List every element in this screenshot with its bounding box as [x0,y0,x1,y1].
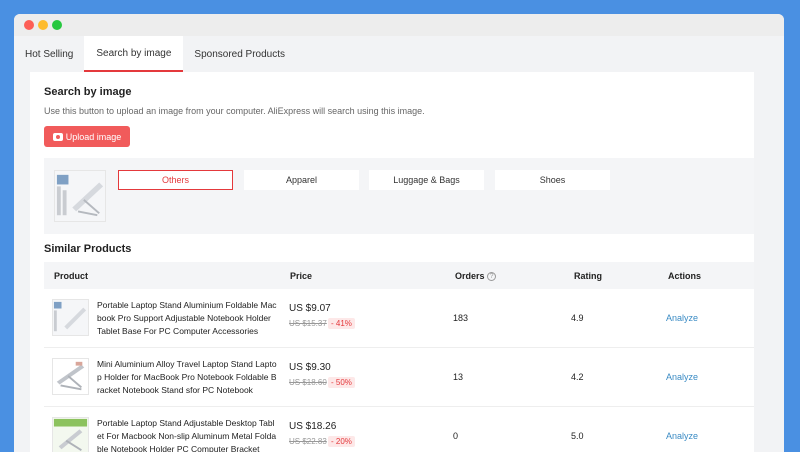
col-rating: Rating [574,271,602,281]
camera-icon [52,132,63,141]
tab-sponsored-products[interactable]: Sponsored Products [183,36,296,72]
laptop-stand-image [53,359,88,394]
product-old-price: US $18.60 [289,378,327,387]
table-header: Product Price Orders ? Rating Actions [44,262,754,289]
product-rating: 4.2 [571,372,584,382]
search-description: Use this button to upload an image from … [44,106,425,116]
upload-image-button[interactable]: Upload image [44,126,130,147]
section-title-search: Search by image [44,86,132,98]
uploaded-image-box: Others Apparel Luggage & Bags Shoes [44,158,754,234]
col-orders: Orders ? [455,271,497,282]
product-name[interactable]: Portable Laptop Stand Aluminium Foldable… [97,299,277,338]
product-thumbnail[interactable] [52,358,89,395]
category-luggage-bags[interactable]: Luggage & Bags [369,170,484,190]
title-bar [14,14,784,36]
analyze-link[interactable]: Analyze [666,313,698,323]
table-row: Mini Aluminium Alloy Travel Laptop Stand… [44,348,754,407]
col-product: Product [54,271,89,281]
product-old-price: US $22.83 [289,437,327,446]
product-rating: 5.0 [571,431,584,441]
product-price: US $18.26 [289,421,337,432]
search-by-image-panel: Search by image Use this button to uploa… [30,72,754,452]
product-name[interactable]: Mini Aluminium Alloy Travel Laptop Stand… [97,358,277,397]
close-window-button[interactable] [24,20,34,30]
product-orders: 13 [453,372,464,382]
analyze-link[interactable]: Analyze [666,431,698,441]
tab-hot-selling[interactable]: Hot Selling [14,36,84,72]
table-row: Portable Laptop Stand Adjustable Desktop… [44,407,754,452]
col-price: Price [290,271,313,281]
tab-bar: Hot Selling Search by image Sponsored Pr… [14,36,784,72]
table-row: Portable Laptop Stand Aluminium Foldable… [44,289,754,348]
maximize-window-button[interactable] [52,20,62,30]
discount-badge: - 50% [328,377,355,388]
category-others[interactable]: Others [118,170,233,190]
laptop-stand-image [53,300,88,335]
product-rating: 4.9 [571,313,584,323]
section-title-similar: Similar Products [44,243,132,255]
product-price: US $9.07 [289,303,331,314]
product-thumbnail[interactable] [52,417,89,452]
laptop-stand-image [55,171,105,221]
product-orders: 0 [453,431,459,441]
col-actions: Actions [668,271,702,281]
browser-window: Hot Selling Search by image Sponsored Pr… [14,14,784,452]
similar-products-table: Product Price Orders ? Rating Actions Po… [44,262,754,452]
uploaded-image-thumbnail [54,170,106,222]
product-orders: 183 [453,313,469,323]
category-shoes[interactable]: Shoes [495,170,610,190]
product-thumbnail[interactable] [52,299,89,336]
product-name[interactable]: Portable Laptop Stand Adjustable Desktop… [97,417,277,452]
upload-image-label: Upload image [65,131,122,142]
analyze-link[interactable]: Analyze [666,372,698,382]
product-price: US $9.30 [289,362,331,373]
discount-badge: - 20% [328,436,355,447]
laptop-stand-image [53,418,88,452]
product-old-price: US $15.37 [289,319,327,328]
col-orders-label: Orders [455,271,485,281]
minimize-window-button[interactable] [38,20,48,30]
discount-badge: - 41% [328,318,355,329]
question-circle-icon[interactable]: ? [487,272,497,282]
category-apparel[interactable]: Apparel [244,170,359,190]
tab-search-by-image[interactable]: Search by image [84,36,184,72]
